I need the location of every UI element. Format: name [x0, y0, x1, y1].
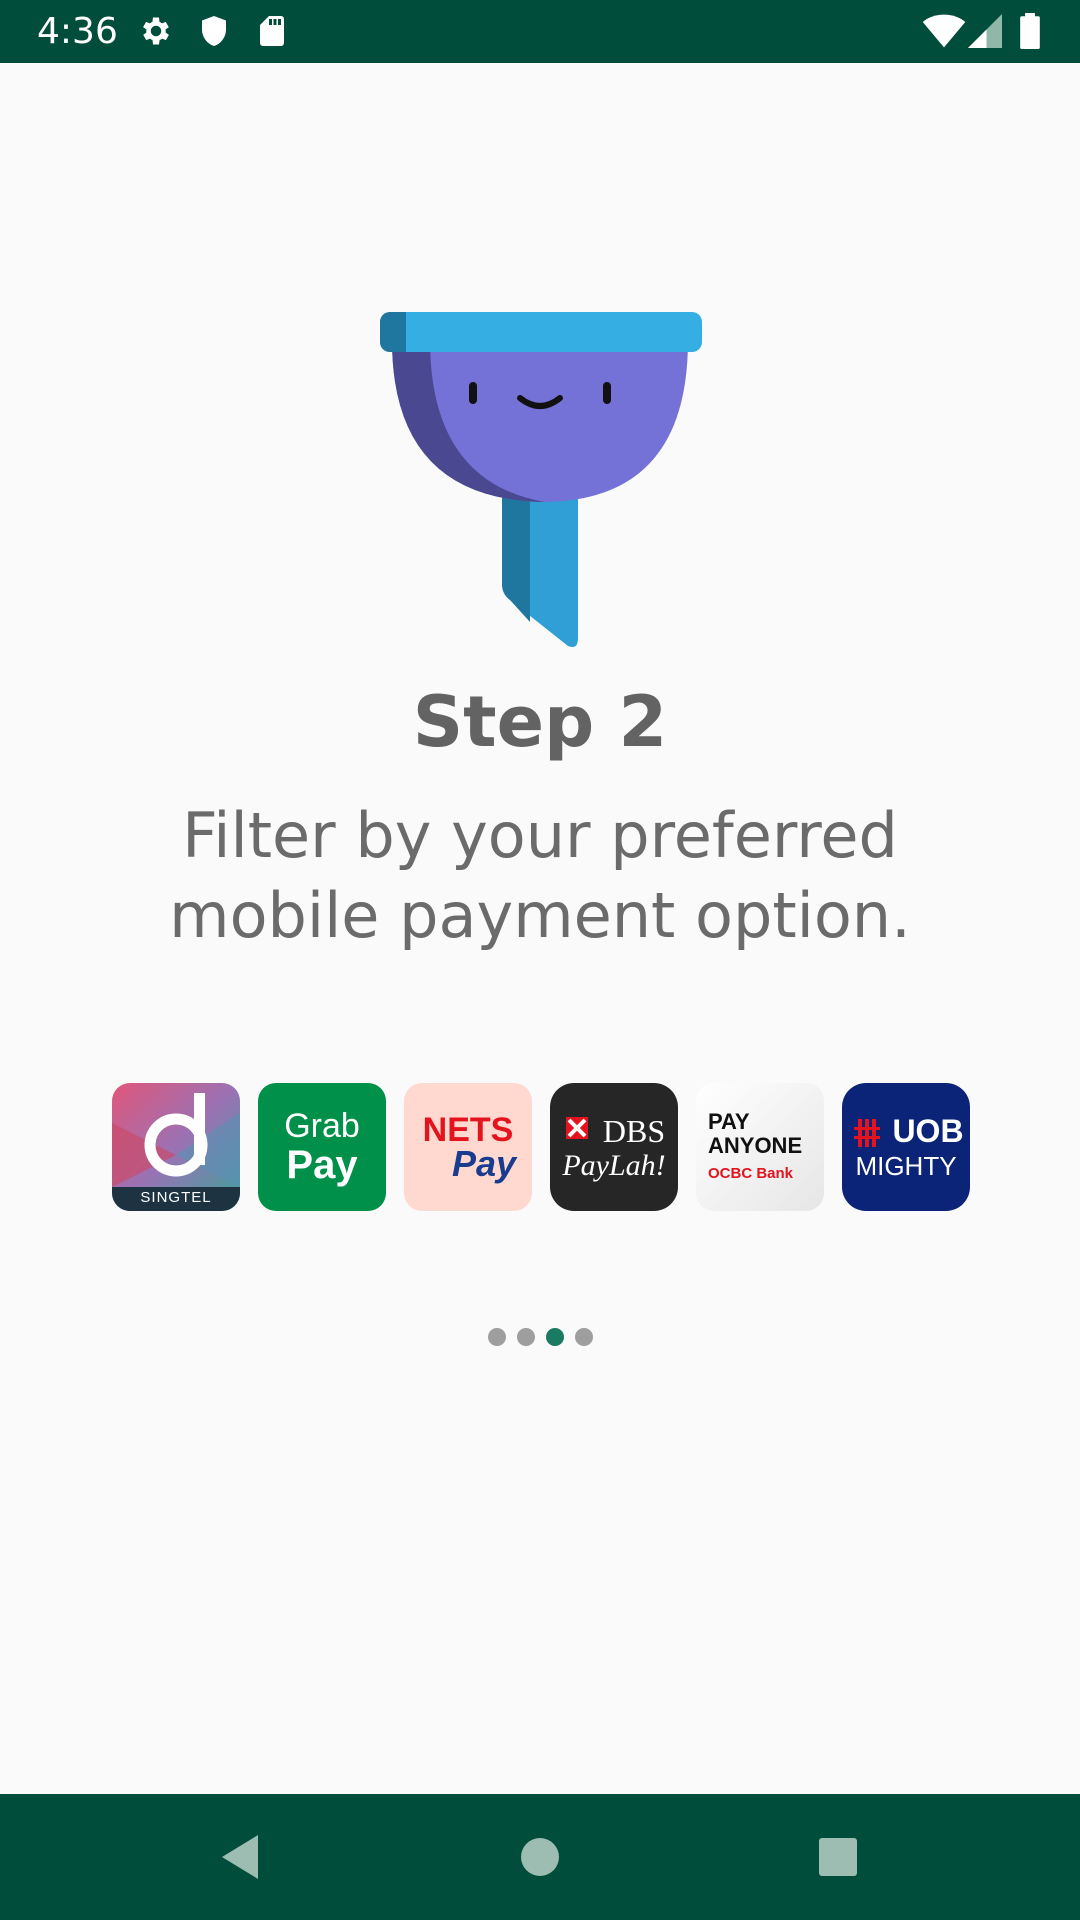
page-dot-1[interactable] [488, 1328, 506, 1346]
pay-anyone-ocbc-logo: PAY ANYONE OCBC Bank [696, 1083, 824, 1211]
uob-mighty-line2: MIGHTY [855, 1151, 957, 1181]
uob-mighty-line1: UOB [892, 1113, 964, 1149]
singtel-caption: SINGTEL [140, 1189, 212, 1206]
step-description: Filter by your preferred mobile payment … [90, 796, 990, 956]
pay-anyone-line1: PAY [708, 1109, 750, 1134]
navigation-bar [0, 1794, 1080, 1920]
grabpay-logo: Grab Pay [258, 1083, 386, 1211]
page-dot-3-active[interactable] [546, 1328, 564, 1346]
grabpay-line1: Grab [284, 1107, 360, 1145]
gear-icon [138, 13, 174, 54]
status-bar: 4:36 [0, 0, 1080, 63]
page-dot-4[interactable] [575, 1328, 593, 1346]
dbs-paylah-line1: DBS [602, 1113, 666, 1149]
nets-pay-line2: Pay [451, 1143, 517, 1184]
status-time: 4:36 [37, 11, 118, 52]
step-description-line2: mobile payment option. [169, 879, 911, 952]
page-indicator [488, 1328, 593, 1348]
onboarding-screen: 4:36 Step 2 Filter by your preferred mob… [0, 0, 1080, 1920]
uob-mighty-logo: UOB MIGHTY [842, 1083, 970, 1211]
home-icon [521, 1838, 559, 1876]
payment-logos-row: SINGTEL Grab Pay NETS Pay DBS PayLah! PA… [112, 1083, 970, 1211]
wifi-icon [922, 13, 966, 54]
recents-icon [819, 1838, 857, 1876]
grabpay-line2: Pay [286, 1143, 358, 1187]
page-dot-2[interactable] [517, 1328, 535, 1346]
dbs-paylah-logo: DBS PayLah! [550, 1083, 678, 1211]
back-button[interactable] [160, 1794, 320, 1920]
shield-icon [196, 13, 232, 54]
step-title: Step 2 [412, 681, 668, 763]
home-button[interactable] [460, 1794, 620, 1920]
sd-card-icon [254, 13, 290, 54]
singtel-dash-logo: SINGTEL [112, 1083, 240, 1211]
battery-icon [1018, 13, 1042, 54]
recents-button[interactable] [758, 1794, 918, 1920]
step-description-line1: Filter by your preferred [182, 799, 898, 872]
pay-anyone-line2: ANYONE [708, 1133, 803, 1158]
cellular-signal-icon [968, 13, 1002, 54]
pay-anyone-line3: OCBC Bank [708, 1165, 794, 1182]
back-icon [222, 1835, 258, 1879]
funnel-mascot-illustration [370, 300, 710, 660]
dbs-paylah-line2: PayLah! [562, 1149, 666, 1182]
nets-pay-logo: NETS Pay [404, 1083, 532, 1211]
